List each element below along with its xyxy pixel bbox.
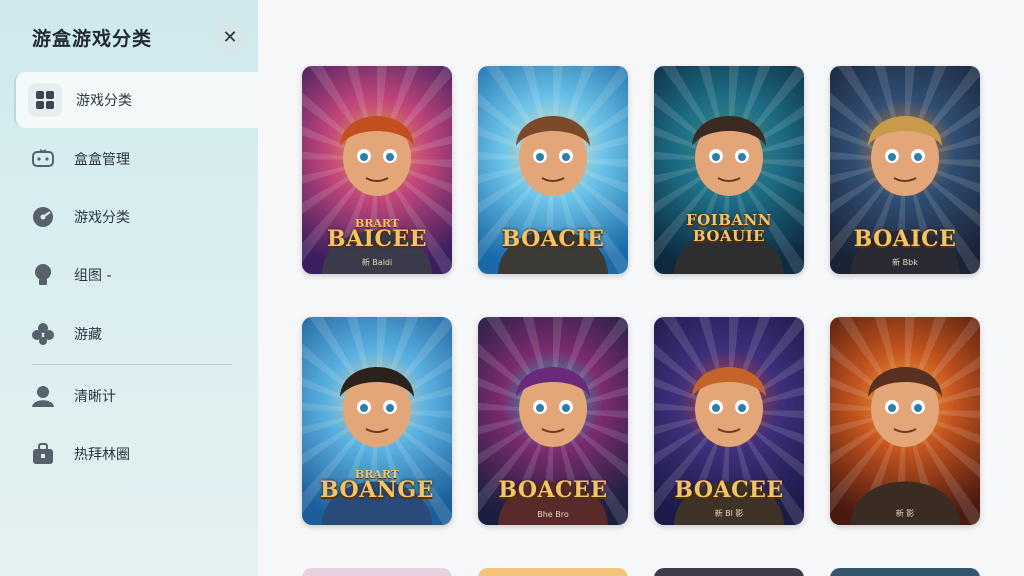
card-title: BOACEE xyxy=(498,477,608,503)
sidebar-item-hot-circle[interactable]: 热拜林圈 xyxy=(14,426,258,482)
close-icon: ✕ xyxy=(222,27,238,48)
sidebar-item-label: 游戏分类 xyxy=(74,210,130,226)
game-card[interactable]: FOIBANN BOAUIE xyxy=(654,66,804,274)
card-subtitle: Bhe Bro xyxy=(537,510,569,519)
card-title: BOANGE xyxy=(320,477,434,503)
sidebar-item-label: 热拜林圈 xyxy=(74,447,130,463)
character-illustration xyxy=(850,367,960,525)
sidebar-item-game-category[interactable]: 游戏分类 xyxy=(14,72,258,128)
user-icon xyxy=(26,379,60,413)
sidebar: 游盒游戏分类 ✕ 游戏分类 盒盒管理 游戏分类 组图 - 游藏 清晰计 热拜林圈 xyxy=(0,0,258,576)
sidebar-item-label: 盒盒管理 xyxy=(74,152,130,168)
card-title: BOACIE xyxy=(501,226,605,252)
sidebar-title: 游盒游戏分类 xyxy=(32,28,153,50)
game-card[interactable]: BOACEE Bhe Bro xyxy=(478,317,628,525)
lightbulb-icon xyxy=(26,258,60,292)
card-subtitle: 新 Baldi xyxy=(361,258,393,267)
card-title: BAICEE xyxy=(326,226,427,252)
sidebar-item-label: 游戏分类 xyxy=(76,93,132,109)
sidebar-item-clarity[interactable]: 清晰计 xyxy=(14,368,258,424)
game-card[interactable]: BRART BOANGE xyxy=(302,317,452,525)
card-title: BOAICE xyxy=(853,226,957,252)
grid-icon xyxy=(28,83,62,117)
card-subtitle: 新 Bl 影 xyxy=(714,509,744,518)
game-card-partial[interactable] xyxy=(830,568,980,576)
sidebar-item-group[interactable]: 组图 - xyxy=(14,247,258,303)
card-subtitle: 新 影 xyxy=(895,509,915,518)
sidebar-item-game-category-2[interactable]: 游戏分类 xyxy=(14,189,258,245)
sidebar-item-label: 组图 - xyxy=(74,268,112,284)
game-card-partial[interactable] xyxy=(302,568,452,576)
sidebar-divider xyxy=(32,364,232,365)
sidebar-item-collection[interactable]: 游藏 xyxy=(14,306,258,362)
gamepad-icon xyxy=(26,142,60,176)
game-card[interactable]: 新 影 xyxy=(830,317,980,525)
disc-icon xyxy=(26,200,60,234)
card-subtitle: 新 Bbk xyxy=(892,258,918,267)
sidebar-item-box-manage[interactable]: 盒盒管理 xyxy=(14,131,258,187)
sidebar-item-label: 游藏 xyxy=(74,327,102,343)
briefcase-icon xyxy=(26,437,60,471)
close-button[interactable]: ✕ xyxy=(213,21,247,55)
game-card[interactable]: BOACEE 新 Bl 影 xyxy=(654,317,804,525)
game-card[interactable]: BOACIE xyxy=(478,66,628,274)
sidebar-header: 游盒游戏分类 ✕ xyxy=(0,0,258,72)
game-card[interactable]: BOAICE 新 Bbk xyxy=(830,66,980,274)
game-card[interactable]: BRART BAICEE 新 Baldi xyxy=(302,66,452,274)
game-card-partial[interactable] xyxy=(654,568,804,576)
game-card-partial[interactable] xyxy=(478,568,628,576)
sidebar-item-label: 清晰计 xyxy=(74,389,116,405)
clover-icon xyxy=(26,317,60,351)
card-title: FOIBANN BOAUIE xyxy=(686,211,772,245)
card-title: BOACEE xyxy=(674,477,784,503)
